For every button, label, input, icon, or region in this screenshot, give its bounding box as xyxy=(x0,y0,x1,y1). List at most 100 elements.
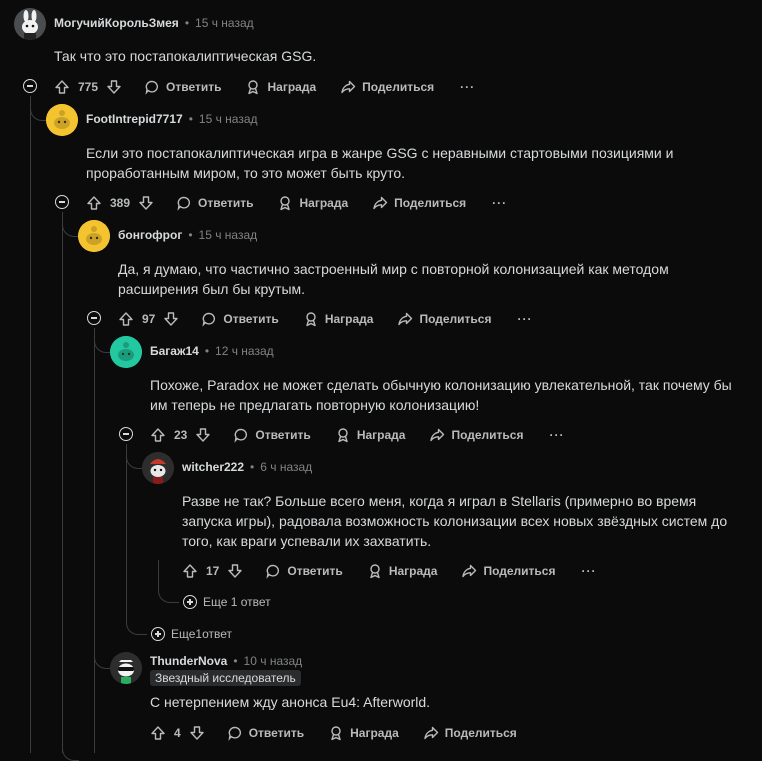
comment-meta: Багаж14 • 12 ч назад xyxy=(150,341,274,361)
more-replies-button[interactable]: Еще 1 ответ xyxy=(183,595,271,609)
share-label: Поделиться xyxy=(451,428,524,442)
timestamp[interactable]: 12 ч назад xyxy=(215,344,274,358)
plus-circle-icon xyxy=(183,595,197,609)
comment-actions: 389 Ответить Награда Поделиться ··· xyxy=(86,191,507,215)
collapse-button[interactable] xyxy=(23,79,37,93)
more-options-button[interactable]: ··· xyxy=(492,196,507,210)
separator-dot: • xyxy=(233,654,238,668)
downvote-button[interactable] xyxy=(138,195,154,211)
award-icon xyxy=(306,312,316,327)
comment-text-line: им теперь не предлагать повторную колони… xyxy=(150,397,480,413)
timestamp[interactable]: 10 ч назад xyxy=(244,654,303,668)
username[interactable]: МогучийКорольЗмея xyxy=(54,16,179,30)
snoo-avatar-icon xyxy=(110,652,142,684)
more-options-button[interactable]: ··· xyxy=(460,80,475,94)
comment-bubble-icon xyxy=(228,726,241,741)
vote-count: 775 xyxy=(78,80,99,94)
downvote-button[interactable] xyxy=(163,311,179,327)
award-button[interactable]: Награда xyxy=(245,79,316,95)
downvote-icon xyxy=(196,428,211,442)
downvote-icon xyxy=(139,196,153,210)
reply-button[interactable]: Ответить xyxy=(265,563,343,579)
share-button[interactable]: Поделиться xyxy=(429,427,523,443)
vote-count: 97 xyxy=(142,312,156,326)
timestamp[interactable]: 15 ч назад xyxy=(199,112,258,126)
separator-dot: • xyxy=(184,16,190,30)
award-icon xyxy=(370,564,380,579)
username[interactable]: Багаж14 xyxy=(150,344,199,358)
avatar[interactable] xyxy=(46,104,78,136)
collapse-button[interactable] xyxy=(119,427,133,441)
separator-dot: • xyxy=(250,460,255,474)
comment-actions: 23 Ответить Награда Поделиться ··· xyxy=(150,423,564,447)
reply-label: Ответить xyxy=(287,564,343,578)
share-icon xyxy=(341,80,356,94)
share-icon xyxy=(373,196,388,210)
comment-body: Так что это постапокалиптическая GSG. xyxy=(54,46,316,66)
share-button[interactable]: Поделиться xyxy=(461,563,555,579)
share-button[interactable]: Поделиться xyxy=(340,79,434,95)
award-button[interactable]: Награда xyxy=(277,195,348,211)
downvote-button[interactable] xyxy=(227,563,243,579)
upvote-button[interactable] xyxy=(150,427,166,443)
award-label: Награда xyxy=(388,564,438,578)
comment-body: Если это постапокалиптическая игра в жан… xyxy=(86,143,673,183)
reply-button[interactable]: Ответить xyxy=(201,311,279,327)
avatar[interactable] xyxy=(142,452,174,484)
avatar[interactable] xyxy=(78,220,110,252)
avatar[interactable] xyxy=(110,652,142,684)
collapse-button[interactable] xyxy=(87,311,101,325)
comment-text-line: расширения был бы крутым. xyxy=(118,281,306,297)
more-options-button[interactable]: ··· xyxy=(517,312,532,326)
share-label: Поделиться xyxy=(444,726,517,740)
snoo-avatar-icon xyxy=(110,336,142,368)
more-options-button[interactable]: ··· xyxy=(549,428,564,442)
timestamp[interactable]: 6 ч назад xyxy=(260,460,312,474)
reply-button[interactable]: Ответить xyxy=(176,195,253,211)
award-icon xyxy=(280,196,291,211)
snoo-avatar-icon xyxy=(142,452,174,484)
username[interactable]: ThunderNova xyxy=(150,654,227,668)
timestamp[interactable]: 15 ч назад xyxy=(199,228,258,242)
upvote-button[interactable] xyxy=(182,563,198,579)
award-button[interactable]: Награда xyxy=(303,311,374,327)
upvote-button[interactable] xyxy=(118,311,134,327)
upvote-icon xyxy=(55,80,69,94)
reply-button[interactable]: Ответить xyxy=(227,725,304,741)
award-button[interactable]: Награда xyxy=(335,427,406,443)
comment-actions: 4 Ответить Награда Поделиться xyxy=(150,721,517,745)
downvote-button[interactable] xyxy=(106,79,122,95)
award-icon xyxy=(338,428,348,443)
upvote-button[interactable] xyxy=(54,79,70,95)
timestamp[interactable]: 15 ч назад xyxy=(195,16,254,30)
downvote-button[interactable] xyxy=(195,427,211,443)
reply-button[interactable]: Ответить xyxy=(144,79,221,95)
more-options-button[interactable]: ··· xyxy=(581,564,596,578)
share-button[interactable]: Поделиться xyxy=(372,195,466,211)
username[interactable]: бонгофрог xyxy=(118,228,182,242)
award-label: Награда xyxy=(356,428,406,442)
more-replies-button[interactable]: Еще1ответ xyxy=(151,627,232,641)
downvote-button[interactable] xyxy=(189,725,205,741)
comment-text-line: проработанным миром, то это может быть к… xyxy=(86,165,406,181)
avatar[interactable] xyxy=(14,8,46,40)
collapse-button[interactable] xyxy=(55,195,69,209)
upvote-icon xyxy=(183,564,197,578)
username[interactable]: FootIntrepid7717 xyxy=(86,112,183,126)
comment-text-line: Если это постапокалиптическая игра в жан… xyxy=(86,145,674,161)
comment-bubble-icon xyxy=(177,196,191,211)
avatar[interactable] xyxy=(110,336,142,368)
share-button[interactable]: Поделиться xyxy=(423,725,517,741)
award-button[interactable]: Награда xyxy=(367,563,438,579)
reply-button[interactable]: Ответить xyxy=(233,427,311,443)
username[interactable]: witcher222 xyxy=(182,460,244,474)
thread-elbow-next xyxy=(62,736,79,761)
share-button[interactable]: Поделиться xyxy=(397,311,491,327)
comment-bubble-icon xyxy=(202,312,216,327)
vote-count: 23 xyxy=(174,428,188,442)
upvote-button[interactable] xyxy=(150,725,166,741)
upvote-button[interactable] xyxy=(86,195,102,211)
award-button[interactable]: Награда xyxy=(328,725,399,741)
award-label: Награда xyxy=(324,312,374,326)
reply-label: Ответить xyxy=(255,428,311,442)
